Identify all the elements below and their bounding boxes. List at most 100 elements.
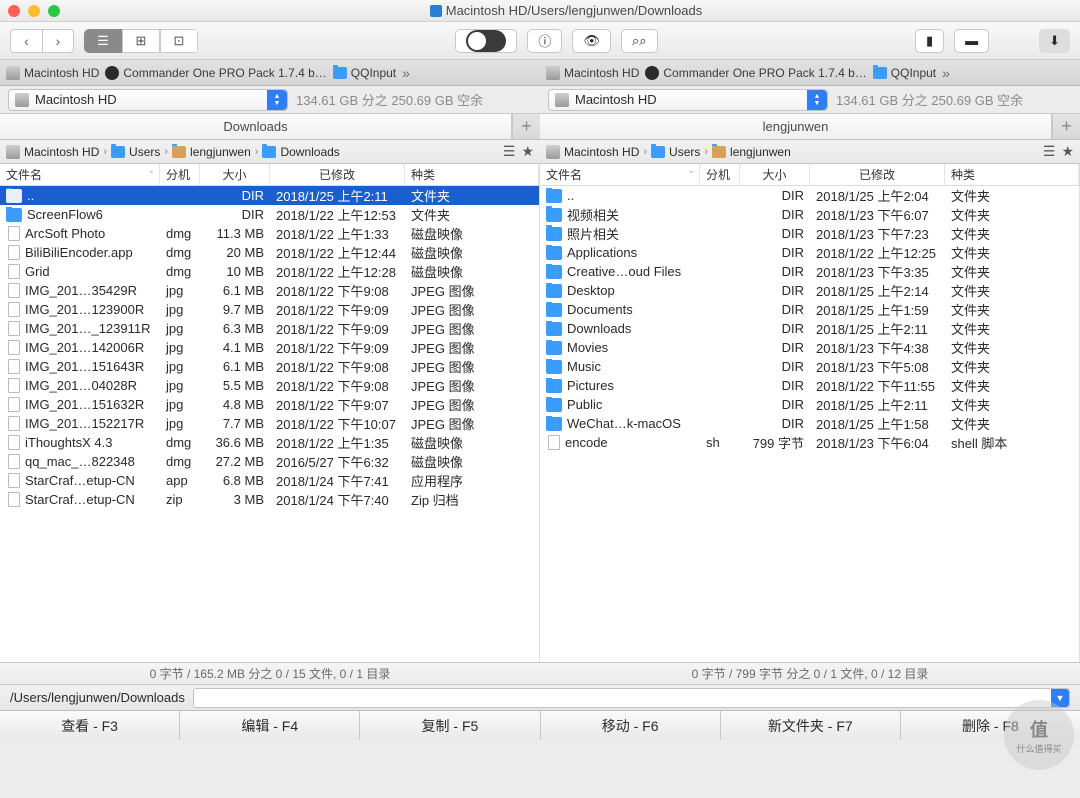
view-grid-button[interactable]: ⊡	[160, 29, 198, 53]
file-row[interactable]: Griddmg10 MB2018/1/22 上午12:28磁盘映像	[0, 262, 539, 281]
left-header-ext[interactable]: 分机	[160, 164, 200, 185]
network-button[interactable]: ▬	[954, 29, 989, 53]
file-row[interactable]: ApplicationsDIR2018/1/22 上午12:25文件夹	[540, 243, 1079, 262]
left-header-size[interactable]: 大小	[200, 164, 270, 185]
left-tab-more-button[interactable]: »	[402, 65, 410, 81]
file-row[interactable]: IMG_201…151643Rjpg6.1 MB2018/1/22 下午9:08…	[0, 357, 539, 376]
view-thumb-button[interactable]: ⊞	[122, 29, 160, 53]
list-icon[interactable]: ☰	[1043, 143, 1056, 160]
file-row[interactable]: Creative…oud FilesDIR2018/1/23 下午3:35文件夹	[540, 262, 1079, 281]
right-tab-commander[interactable]: Commander One PRO Pack 1.7.4 b…	[645, 66, 866, 80]
right-add-tab-button[interactable]: +	[1052, 114, 1080, 139]
left-pane-tab[interactable]: Downloads	[0, 114, 512, 139]
crumb-item[interactable]: lengjunwen	[712, 145, 791, 159]
file-row[interactable]: qq_mac_…822348dmg27.2 MB2016/5/27 下午6:32…	[0, 452, 539, 471]
f8-delete-button[interactable]: 删除 - F8	[901, 711, 1080, 740]
file-icon	[8, 283, 20, 298]
left-file-list[interactable]: ..DIR2018/1/25 上午2:11文件夹ScreenFlow6DIR20…	[0, 186, 540, 662]
file-row[interactable]: PicturesDIR2018/1/22 下午11:55文件夹	[540, 376, 1079, 395]
left-add-tab-button[interactable]: +	[512, 114, 540, 139]
minimize-window-button[interactable]	[28, 5, 40, 17]
file-row[interactable]: PublicDIR2018/1/25 上午2:11文件夹	[540, 395, 1079, 414]
file-row[interactable]: StarCraf…etup-CNzip3 MB2018/1/24 下午7:40Z…	[0, 490, 539, 509]
crumb-item[interactable]: lengjunwen	[172, 145, 251, 159]
file-row[interactable]: IMG_201…142006Rjpg4.1 MB2018/1/22 下午9:09…	[0, 338, 539, 357]
star-icon[interactable]: ★	[1061, 143, 1074, 160]
file-row[interactable]: IMG_201…152217Rjpg7.7 MB2018/1/22 下午10:0…	[0, 414, 539, 433]
list-icon[interactable]: ☰	[503, 143, 516, 160]
file-icon	[8, 492, 20, 507]
file-row[interactable]: ..DIR2018/1/25 上午2:11文件夹	[0, 186, 539, 205]
maximize-window-button[interactable]	[48, 5, 60, 17]
file-icon	[8, 226, 20, 241]
file-row[interactable]: MoviesDIR2018/1/23 下午4:38文件夹	[540, 338, 1079, 357]
find-button[interactable]: ⌕⌕	[621, 29, 658, 53]
folder-icon	[333, 67, 347, 79]
star-icon[interactable]: ★	[521, 143, 534, 160]
back-button[interactable]: ‹	[10, 29, 42, 53]
right-tab-more-button[interactable]: »	[942, 65, 950, 81]
info-button[interactable]: ⓘ	[527, 29, 562, 53]
left-tab-macintosh-hd[interactable]: Macintosh HD	[6, 66, 99, 80]
file-row[interactable]: DownloadsDIR2018/1/25 上午2:11文件夹	[540, 319, 1079, 338]
file-name: IMG_201…142006R	[25, 340, 144, 355]
f3-view-button[interactable]: 查看 - F3	[0, 711, 180, 740]
left-header-kind[interactable]: 种类	[405, 164, 539, 185]
file-row[interactable]: IMG_201…151632Rjpg4.8 MB2018/1/22 下午9:07…	[0, 395, 539, 414]
path-input[interactable]: ▼	[193, 688, 1070, 708]
file-row[interactable]: BiliBiliEncoder.appdmg20 MB2018/1/22 上午1…	[0, 243, 539, 262]
file-row[interactable]: iThoughtsX 4.3dmg36.6 MB2018/1/22 上午1:35…	[0, 433, 539, 452]
folder-icon	[546, 265, 562, 279]
forward-button[interactable]: ›	[42, 29, 74, 53]
file-row[interactable]: 照片相关DIR2018/1/23 下午7:23文件夹	[540, 224, 1079, 243]
file-row[interactable]: WeChat…k-macOSDIR2018/1/25 上午1:58文件夹	[540, 414, 1079, 433]
file-row[interactable]: IMG_201…_123911Rjpg6.3 MB2018/1/22 下午9:0…	[0, 319, 539, 338]
file-row[interactable]: ScreenFlow6DIR2018/1/22 上午12:53文件夹	[0, 205, 539, 224]
left-header-date[interactable]: 已修改	[270, 164, 405, 185]
hidden-files-toggle[interactable]	[455, 29, 517, 53]
left-header-name[interactable]: 文件名ˆ	[0, 164, 160, 185]
right-tab-macintosh-hd[interactable]: Macintosh HD	[546, 66, 639, 80]
preview-button[interactable]: 👁	[572, 29, 611, 53]
f7-newfolder-button[interactable]: 新文件夹 - F7	[721, 711, 901, 740]
right-header-name[interactable]: 文件名ˆ	[540, 164, 700, 185]
crumb-item[interactable]: Users	[111, 145, 160, 159]
right-file-list[interactable]: ..DIR2018/1/25 上午2:04文件夹视频相关DIR2018/1/23…	[540, 186, 1080, 662]
f6-move-button[interactable]: 移动 - F6	[541, 711, 721, 740]
file-row[interactable]: StarCraf…etup-CNapp6.8 MB2018/1/24 下午7:4…	[0, 471, 539, 490]
right-header-date[interactable]: 已修改	[810, 164, 945, 185]
archive-button[interactable]: ▮	[915, 29, 944, 53]
right-header-kind[interactable]: 种类	[945, 164, 1079, 185]
file-row[interactable]: MusicDIR2018/1/23 下午5:08文件夹	[540, 357, 1079, 376]
file-size: 6.1 MB	[200, 283, 270, 298]
file-row[interactable]: IMG_201…04028Rjpg5.5 MB2018/1/22 下午9:08J…	[0, 376, 539, 395]
left-volume-select[interactable]: Macintosh HD ▲▼	[8, 89, 288, 111]
left-tab-qqinput[interactable]: QQInput	[333, 66, 396, 80]
f5-copy-button[interactable]: 复制 - F5	[360, 711, 540, 740]
file-icon	[8, 416, 20, 431]
right-volume-select[interactable]: Macintosh HD ▲▼	[548, 89, 828, 111]
file-row[interactable]: ArcSoft Photodmg11.3 MB2018/1/22 上午1:33磁…	[0, 224, 539, 243]
chevron-down-icon[interactable]: ▼	[1051, 689, 1069, 707]
right-header-size[interactable]: 大小	[740, 164, 810, 185]
download-button[interactable]: ⬇	[1039, 29, 1070, 53]
right-tab-qqinput[interactable]: QQInput	[873, 66, 936, 80]
right-header-ext[interactable]: 分机	[700, 164, 740, 185]
left-tab-commander[interactable]: Commander One PRO Pack 1.7.4 b…	[105, 66, 326, 80]
file-row[interactable]: 视频相关DIR2018/1/23 下午6:07文件夹	[540, 205, 1079, 224]
file-row[interactable]: IMG_201…123900Rjpg9.7 MB2018/1/22 下午9:09…	[0, 300, 539, 319]
file-row[interactable]: encodesh799 字节2018/1/23 下午6:04shell 脚本	[540, 433, 1079, 452]
file-row[interactable]: IMG_201…35429Rjpg6.1 MB2018/1/22 下午9:08J…	[0, 281, 539, 300]
crumb-item[interactable]: Downloads	[262, 145, 339, 159]
file-row[interactable]: DesktopDIR2018/1/25 上午2:14文件夹	[540, 281, 1079, 300]
right-pane-tab[interactable]: lengjunwen	[540, 114, 1052, 139]
view-list-button[interactable]: ☰	[84, 29, 122, 53]
crumb-item[interactable]: Users	[651, 145, 700, 159]
file-kind: 文件夹	[945, 338, 1079, 357]
f4-edit-button[interactable]: 编辑 - F4	[180, 711, 360, 740]
file-row[interactable]: ..DIR2018/1/25 上午2:04文件夹	[540, 186, 1079, 205]
crumb-item[interactable]: Macintosh HD	[546, 145, 639, 159]
file-row[interactable]: DocumentsDIR2018/1/25 上午1:59文件夹	[540, 300, 1079, 319]
crumb-item[interactable]: Macintosh HD	[6, 145, 99, 159]
close-window-button[interactable]	[8, 5, 20, 17]
